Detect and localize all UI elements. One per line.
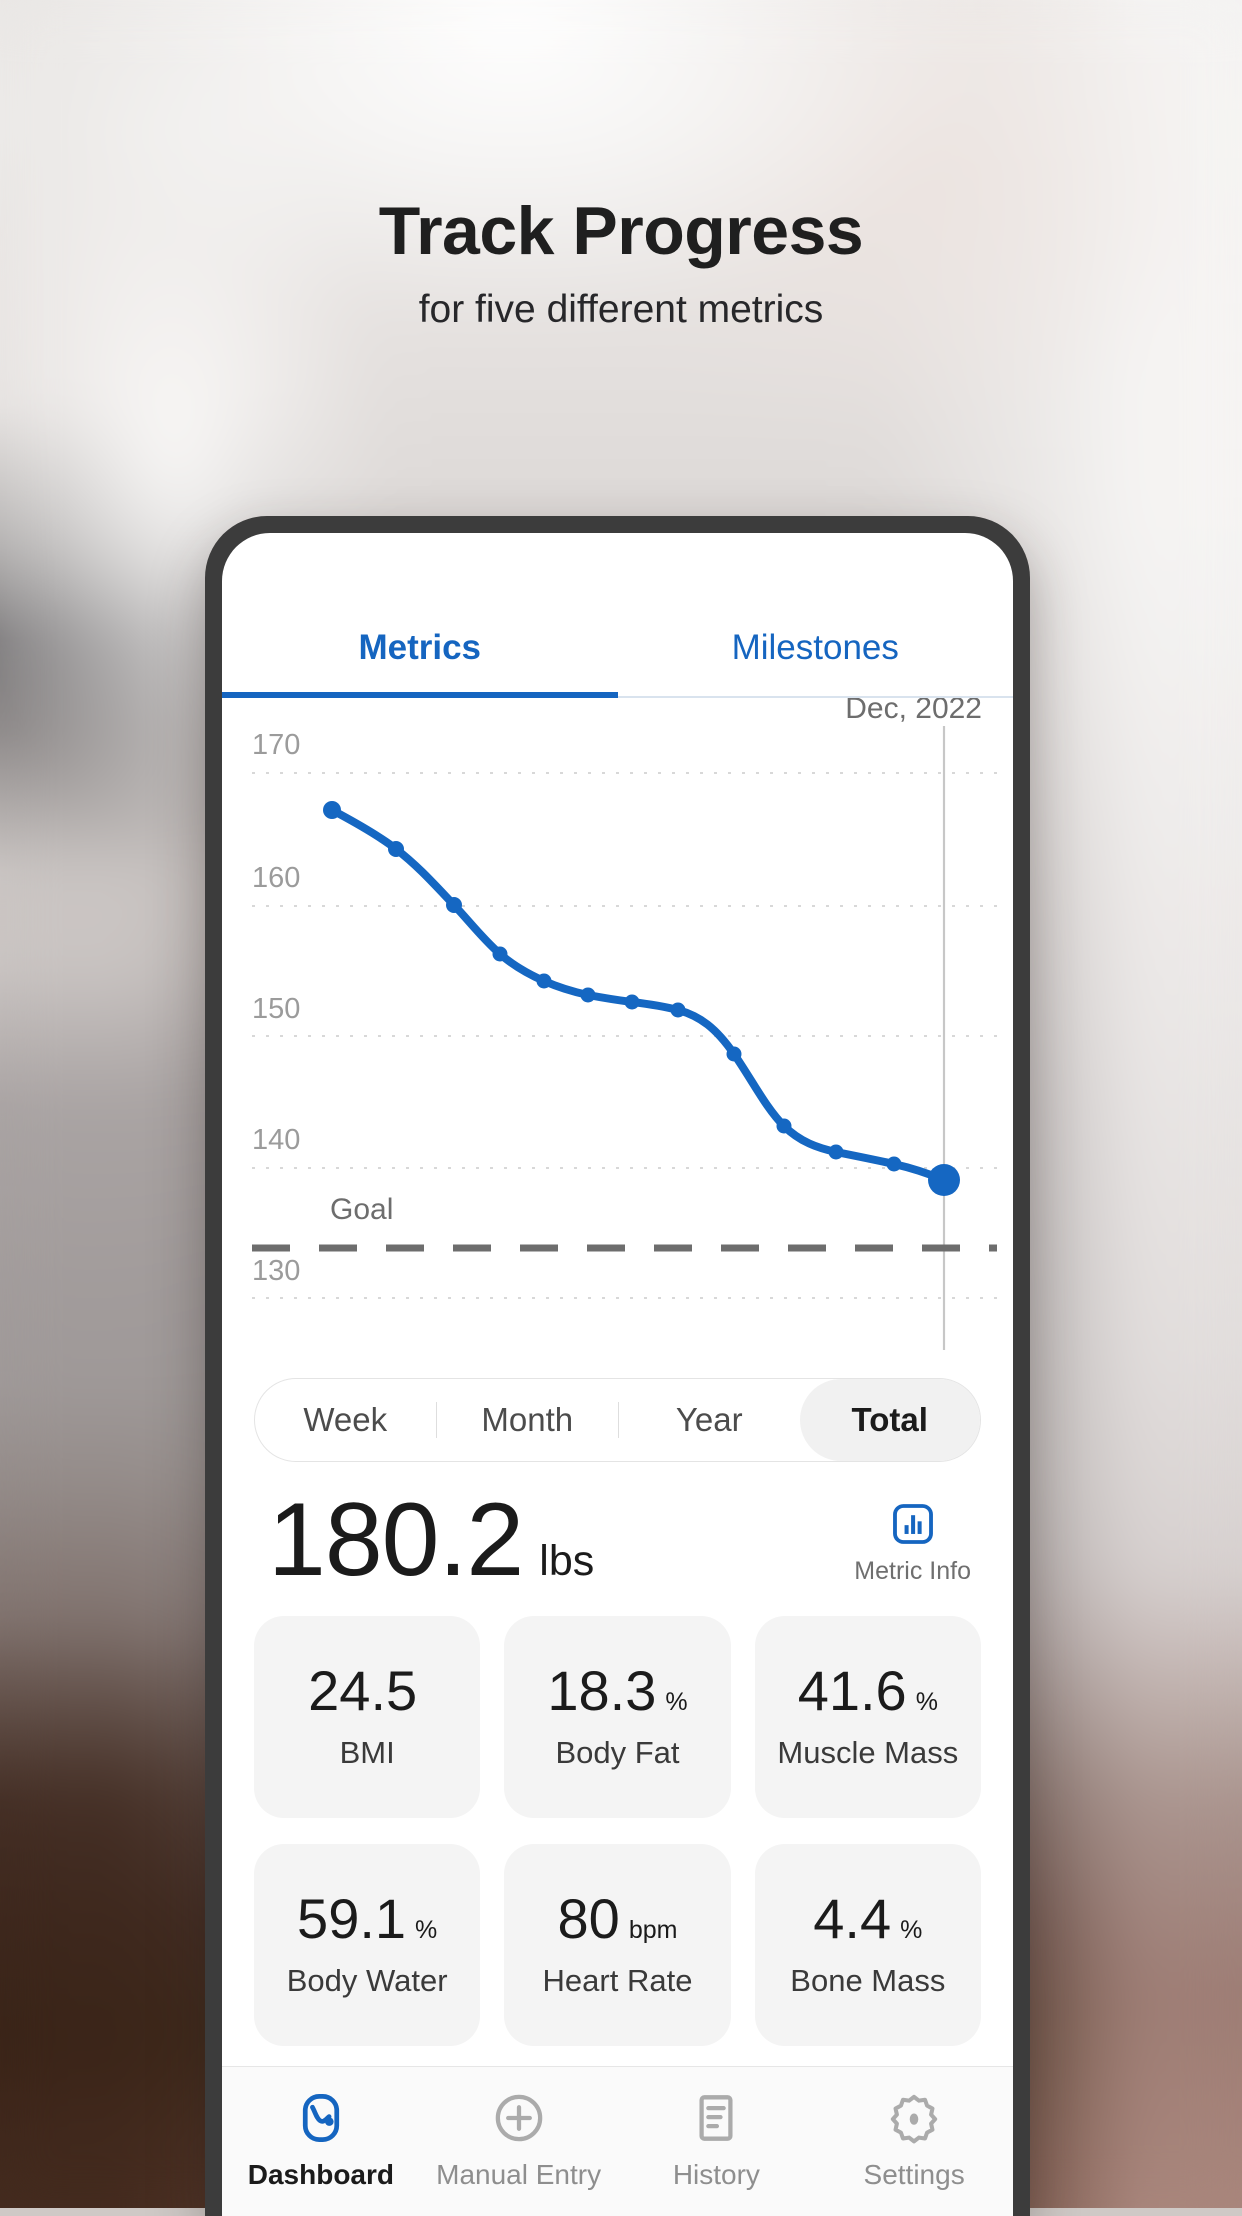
weight-trend-chart[interactable]: 170 160 150 140 130 Dec, 2022 Goal	[222, 698, 1013, 1360]
metric-card-number: 41.6	[797, 1659, 907, 1722]
metric-card-value: 41.6 %	[798, 1663, 938, 1719]
metric-card-bone-mass[interactable]: 4.4 % Bone Mass	[754, 1844, 981, 2046]
nav-item-manual-entry[interactable]: Manual Entry	[420, 2091, 618, 2191]
chart-canvas: 170 160 150 140 130 Dec, 2022 Goal	[252, 698, 997, 1350]
chart-line-weight	[328, 806, 948, 1184]
metric-card-value: 80 bpm	[558, 1891, 678, 1947]
metric-info-button[interactable]: Metric Info	[854, 1501, 971, 1592]
metric-card-label: Heart Rate	[542, 1963, 693, 1998]
current-value-row: 180.2 lbs Metric Info	[222, 1462, 1013, 1592]
page-subtitle: for five different metrics	[418, 288, 824, 332]
chart-ytick-150: 150	[252, 993, 300, 1025]
range-option-month[interactable]: Month	[437, 1379, 618, 1461]
metric-card-unit: %	[915, 1688, 938, 1716]
nav-item-settings[interactable]: Settings	[815, 2091, 1013, 2191]
chart-latest-point	[928, 1164, 960, 1196]
metric-card-row: 59.1 % Body Water 80 bpm Heart Rate 4.4	[254, 1844, 981, 2046]
chart-ytick-170: 170	[252, 729, 300, 761]
promo-heading: Track Progress for five different metric…	[0, 193, 1242, 332]
tab-metrics[interactable]: Metrics	[222, 533, 618, 698]
dashboard-wave-icon	[302, 2094, 339, 2142]
range-option-week[interactable]: Week	[255, 1379, 436, 1461]
metric-card-muscle-mass[interactable]: 41.6 % Muscle Mass	[754, 1616, 981, 1818]
chart-ytick-140: 140	[252, 1124, 300, 1156]
metric-card-number: 18.3	[547, 1659, 657, 1722]
nav-label-history: History	[672, 2159, 760, 2190]
current-value-unit: lbs	[539, 1537, 595, 1585]
nav-item-history[interactable]: History	[618, 2091, 816, 2191]
metric-card-label: Bone Mass	[790, 1963, 946, 1998]
range-selector-wrap: Week Month Year Total	[222, 1360, 1013, 1462]
document-list-icon	[699, 2095, 733, 2141]
metric-card-value: 59.1 %	[297, 1891, 437, 1947]
metric-card-label: Body Water	[286, 1963, 448, 1998]
metric-card-label: BMI	[339, 1735, 395, 1770]
metric-info-label: Metric Info	[854, 1557, 971, 1585]
metric-card-unit: %	[900, 1916, 923, 1944]
gear-icon	[890, 2094, 938, 2144]
current-value: 180.2 lbs	[268, 1488, 594, 1592]
tab-metrics-label: Metrics	[358, 628, 482, 667]
chart-ytick-130: 130	[252, 1255, 300, 1287]
nav-label-manual-entry: Manual Entry	[436, 2159, 602, 2190]
metric-card-heart-rate[interactable]: 80 bpm Heart Rate	[504, 1844, 731, 2046]
metric-card-unit: %	[415, 1916, 438, 1944]
metric-card-number: 59.1	[297, 1887, 407, 1950]
metric-card-unit: bpm	[628, 1916, 678, 1944]
nav-item-dashboard[interactable]: Dashboard	[222, 2091, 420, 2191]
current-value-number: 180.2	[268, 1482, 524, 1598]
page-title: Track Progress	[378, 193, 864, 269]
metric-card-value: 24.5	[308, 1663, 426, 1719]
chart-date-label: Dec, 2022	[845, 698, 982, 725]
range-selector[interactable]: Week Month Year Total	[254, 1378, 981, 1462]
metric-card-number: 4.4	[813, 1887, 892, 1950]
metric-card-number: 80	[557, 1887, 620, 1950]
metric-card-label: Body Fat	[555, 1735, 680, 1770]
plus-circle-icon	[495, 2094, 542, 2142]
nav-label-settings: Settings	[863, 2159, 965, 2190]
range-option-total[interactable]: Total	[799, 1379, 980, 1461]
chart-ytick-160: 160	[252, 862, 300, 894]
metric-card-label: Muscle Mass	[777, 1735, 959, 1770]
metric-card-body-water[interactable]: 59.1 % Body Water	[254, 1844, 481, 2046]
chart-goal-label: Goal	[330, 1193, 393, 1226]
metric-card-unit: %	[665, 1688, 688, 1716]
bottom-navigation-bar: Dashboard Manual Entry History Settings	[222, 2066, 1013, 2216]
metric-card-body-fat[interactable]: 18.3 % Body Fat	[504, 1616, 731, 1818]
tab-milestones[interactable]: Milestones	[618, 533, 1014, 698]
phone-mockup: Metrics Milestones 170 160 150 140 130 D…	[205, 516, 1030, 2216]
bar-chart-icon	[892, 1504, 933, 1544]
metric-cards-grid: 24.5 BMI 18.3 % Body Fat 41.6 % Muscle M…	[222, 1592, 1013, 2046]
metric-card-row: 24.5 BMI 18.3 % Body Fat 41.6 % Muscle M…	[254, 1616, 981, 1818]
nav-label-dashboard: Dashboard	[247, 2159, 394, 2190]
metric-card-value: 18.3 %	[547, 1663, 687, 1719]
tab-bar: Metrics Milestones	[222, 533, 1013, 698]
metric-card-bmi[interactable]: 24.5 BMI	[254, 1616, 481, 1818]
metric-card-value: 4.4 %	[813, 1891, 922, 1947]
tab-milestones-label: Milestones	[731, 628, 899, 667]
phone-screen: Metrics Milestones 170 160 150 140 130 D…	[222, 533, 1013, 2216]
metric-card-number: 24.5	[308, 1659, 418, 1722]
chart-data-points	[323, 801, 960, 1196]
range-option-year[interactable]: Year	[619, 1379, 800, 1461]
